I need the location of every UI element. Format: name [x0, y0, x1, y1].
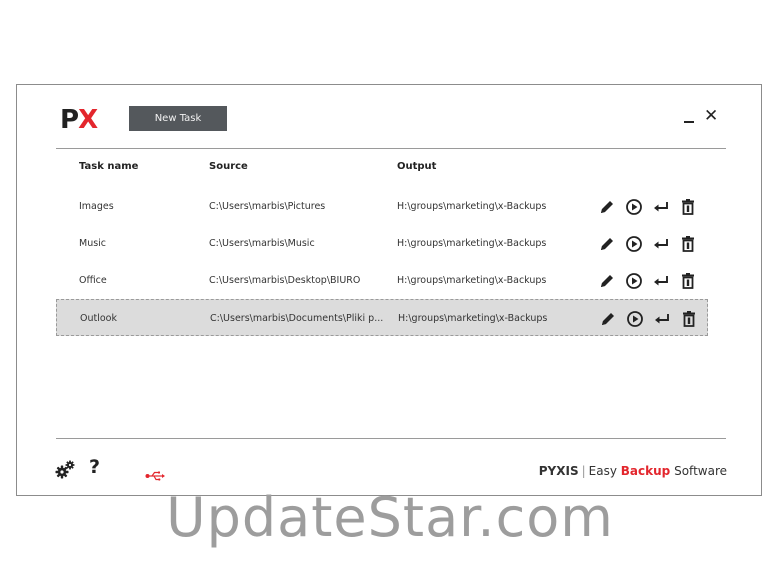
restore-icon[interactable] [653, 310, 671, 328]
task-row[interactable]: Images C:\Users\marbis\Pictures H:\groups\… [56, 188, 708, 225]
pencil-icon[interactable] [598, 235, 616, 253]
column-header-output: Output [397, 161, 437, 172]
app-window: PX New Task ✕ Task name Source Output Im… [16, 84, 762, 496]
restore-icon[interactable] [652, 272, 670, 290]
trash-icon[interactable] [679, 235, 697, 253]
task-source: C:\Users\marbis\Desktop\BIURO [209, 275, 361, 286]
task-name: Office [79, 275, 107, 286]
task-source: C:\Users\marbis\Pictures [209, 201, 326, 212]
brand-tagline: PYXIS | Easy Backup Software [538, 464, 727, 478]
help-button[interactable]: ? [89, 456, 100, 478]
play-icon[interactable] [626, 310, 644, 328]
task-output: H:\groups\marketing\x-Backups [398, 313, 548, 324]
task-name: Outlook [80, 313, 117, 324]
close-button[interactable]: ✕ [704, 106, 718, 126]
footer-divider [56, 438, 726, 439]
play-icon[interactable] [625, 272, 643, 290]
task-output: H:\groups\marketing\x-Backups [397, 238, 547, 249]
play-icon[interactable] [625, 235, 643, 253]
pencil-icon[interactable] [598, 198, 616, 216]
restore-icon[interactable] [652, 198, 670, 216]
task-source: C:\Users\marbis\Documents\Pliki p... [210, 313, 384, 324]
trash-icon[interactable] [679, 198, 697, 216]
task-name: Images [79, 201, 114, 212]
settings-gear-icon[interactable] [54, 459, 76, 481]
minimize-button[interactable] [684, 109, 694, 123]
play-icon[interactable] [625, 198, 643, 216]
header-divider [56, 148, 726, 149]
column-header-task-name: Task name [79, 161, 139, 172]
task-output: H:\groups\marketing\x-Backups [397, 275, 547, 286]
trash-icon[interactable] [680, 310, 698, 328]
task-row[interactable]: Outlook C:\Users\marbis\Documents\Pliki p… [56, 299, 708, 336]
task-row[interactable]: Music C:\Users\marbis\Music H:\groups\mark… [56, 225, 708, 262]
restore-icon[interactable] [652, 235, 670, 253]
task-row[interactable]: Office C:\Users\marbis\Desktop\BIURO H:\gr… [56, 262, 708, 299]
pencil-icon[interactable] [599, 310, 617, 328]
task-output: H:\groups\marketing\x-Backups [397, 201, 547, 212]
column-header-source: Source [209, 161, 248, 172]
task-name: Music [79, 238, 107, 249]
px-logo: PX [60, 105, 98, 135]
task-source: C:\Users\marbis\Music [209, 238, 315, 249]
updatestar-watermark: UpdateStar.com [166, 486, 614, 549]
new-task-button[interactable]: New Task [129, 106, 227, 131]
trash-icon[interactable] [679, 272, 697, 290]
usb-icon [145, 467, 165, 481]
pencil-icon[interactable] [598, 272, 616, 290]
